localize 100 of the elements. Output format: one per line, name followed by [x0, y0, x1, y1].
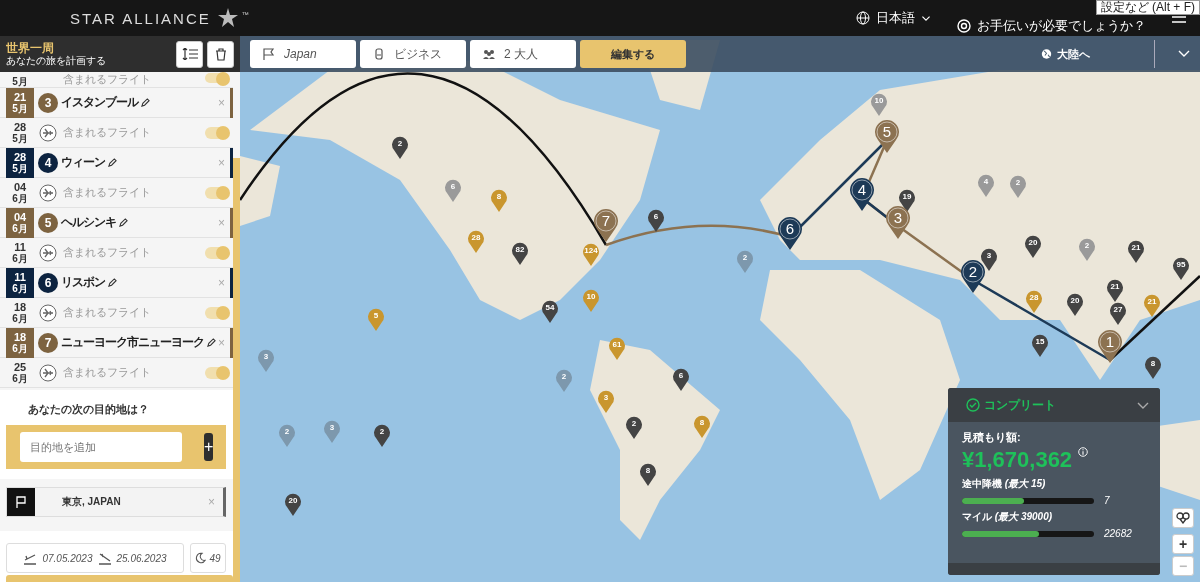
flag-icon [262, 47, 276, 61]
flight-date: 18 6月 [11, 299, 29, 326]
language-selector[interactable]: 日本語 [856, 9, 931, 27]
stop-number-badge: 4 [38, 152, 58, 173]
price-value: ¥1,670,362 [962, 447, 1073, 473]
include-toggle[interactable] [205, 246, 229, 259]
sort-button[interactable] [176, 40, 203, 68]
zoom-in-button[interactable]: + [1172, 534, 1194, 554]
meter-label: 途中降機 (最大 15) [962, 477, 1047, 491]
date-badge: 28 5月 [6, 147, 34, 178]
stop-number-badge: 7 [38, 332, 58, 353]
plane-icon [39, 123, 57, 142]
edit-button[interactable]: 編集する [580, 40, 686, 68]
continent-button[interactable]: 大陸へ [1041, 46, 1090, 62]
include-toggle[interactable] [205, 306, 229, 319]
stop-number-badge: 3 [38, 92, 58, 113]
flight-label: 含まれるフライト [63, 305, 151, 320]
map-area[interactable]: 10 5 2 6 4 4 2 8 19 28 7 6 6 3 82 124 2 3 20 2 21 2 21 95 54 10 28 20 27 21 5 3 61 15 1 2 6 8 3 3 2 8 2 2 8 20 Japan ビジネス 2 大人 編集する 大陸へ コンプリート 見積もり額: ¥1,670,362 途中降機 (最大 15) 7 マイル (最大 39000) 22682 + − [240, 36, 1200, 582]
pins-icon [1176, 512, 1190, 524]
stop-pin[interactable]: 1 [1097, 329, 1123, 363]
pencil-icon[interactable] [141, 98, 150, 107]
sort-icon [181, 48, 198, 60]
date-badge: 04 6月 [6, 207, 34, 238]
filter-button[interactable]: 2 大人 [470, 40, 576, 68]
flight-date: 28 5月 [11, 119, 29, 146]
stop-pin[interactable]: 3 [885, 205, 911, 239]
meter-label: マイル (最大 39000) [962, 510, 1054, 524]
map-cluster-pin[interactable]: 20 [284, 492, 302, 516]
map-cluster-pin[interactable]: 8 [1144, 355, 1162, 379]
map-cluster-pin[interactable]: 2 [625, 415, 643, 439]
stop-name: ヘルシンキ [61, 214, 116, 231]
map-cluster-pin[interactable]: 21 [1106, 278, 1124, 302]
include-toggle[interactable] [205, 73, 229, 83]
map-cluster-pin[interactable]: 2 [373, 423, 391, 447]
globe-icon [1041, 47, 1052, 61]
map-cluster-pin[interactable]: 6 [647, 208, 665, 232]
include-toggle[interactable] [205, 186, 229, 199]
map-cluster-pin[interactable]: 3 [980, 247, 998, 271]
star-logo-icon [216, 7, 239, 29]
pencil-icon[interactable] [207, 338, 216, 347]
plane-icon [39, 303, 57, 322]
stop-pin[interactable]: 4 [849, 177, 875, 211]
stop-name: ニューヨーク市ニューヨーク [61, 334, 204, 351]
help-link[interactable]: お手伝いが必要でしょうか？ [957, 17, 1146, 35]
flight-label: 含まれるフライト [63, 73, 151, 86]
date-badge: 11 6月 [6, 267, 34, 298]
map-cluster-pin[interactable]: 54 [541, 299, 559, 323]
pencil-icon[interactable] [119, 218, 128, 227]
add-button[interactable]: + [204, 433, 214, 461]
globe-icon [856, 11, 870, 25]
scrollbar[interactable] [233, 158, 240, 582]
travel-dates[interactable]: 07.05.2023 25.06.2023 [6, 543, 184, 573]
flight-date: 25 6月 [11, 359, 29, 386]
estimate-label: 見積もり額: [962, 430, 1022, 445]
plane-icon [39, 183, 57, 202]
include-toggle[interactable] [205, 366, 229, 379]
flight-label: 含まれるフライト [63, 125, 151, 140]
map-cluster-pin[interactable]: 8 [639, 462, 657, 486]
map-cluster-pin[interactable]: 6 [672, 367, 690, 391]
map-cluster-pin[interactable]: 20 [1024, 234, 1042, 258]
meter-reading: 22682 [1104, 528, 1132, 539]
sidebar-subtitle: あなたの旅を計画する [6, 54, 107, 67]
flight-label: 含まれるフライト [63, 245, 151, 260]
filter-button[interactable]: Japan [250, 40, 356, 68]
chevron-down-icon [1178, 50, 1190, 58]
nights-value: 49 [209, 552, 221, 564]
stop-name: ウィーン [61, 154, 105, 171]
return-date: 25.06.2023 [116, 552, 167, 564]
map-cluster-pin[interactable]: 95 [1172, 256, 1190, 280]
moon-icon [195, 551, 207, 565]
status-label: コンプリート [984, 396, 1057, 414]
map-cluster-pin[interactable]: 21 [1127, 239, 1145, 263]
delete-button[interactable] [207, 40, 234, 68]
stop-pin[interactable]: 2 [960, 259, 986, 293]
filter-button[interactable]: ビジネス [360, 40, 466, 68]
map-cluster-pin[interactable]: 15 [1031, 333, 1049, 357]
stop-pin[interactable]: 6 [777, 216, 803, 250]
brand-logo[interactable]: STAR ALLIANCE [70, 9, 211, 27]
check-circle-icon [966, 398, 980, 412]
stop-pin[interactable]: 7 [593, 208, 619, 242]
destination-input[interactable]: 目的地を追加 [20, 432, 182, 462]
collapse-button[interactable] [1154, 40, 1190, 68]
seat-icon [372, 47, 386, 61]
info-icon[interactable] [1078, 447, 1089, 457]
pencil-icon[interactable] [108, 278, 117, 287]
departure-date: 07.05.2023 [42, 552, 93, 564]
date-badge: 21 5月 [6, 87, 34, 118]
flight-date: 11 6月 [11, 239, 29, 266]
map-cluster-pin[interactable]: 82 [511, 241, 529, 265]
meter-reading: 7 [1104, 495, 1110, 506]
stop-pin[interactable]: 5 [874, 119, 900, 153]
next-destination-prompt: あなたの次の目的地は？ [28, 402, 150, 417]
map-cluster-pin[interactable]: 20 [1066, 292, 1084, 316]
stop-number-badge: 5 [38, 212, 58, 233]
map-cluster-pin[interactable]: 2 [391, 135, 409, 159]
map-cluster-pin[interactable]: 27 [1109, 301, 1127, 325]
pencil-icon[interactable] [108, 158, 117, 167]
include-toggle[interactable] [205, 126, 229, 139]
landing-icon [97, 551, 112, 565]
location-pins-button[interactable] [1172, 508, 1194, 528]
